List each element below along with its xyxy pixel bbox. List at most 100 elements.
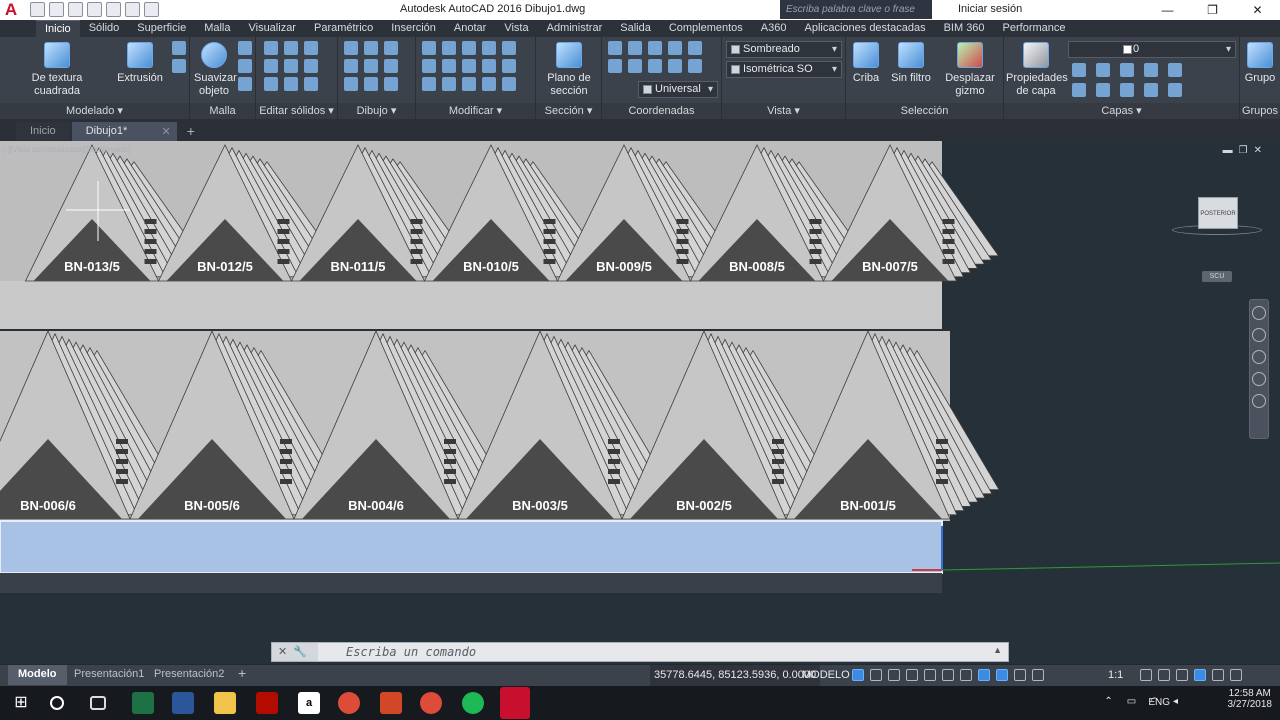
tool-icon[interactable] [304, 59, 318, 73]
tool-icon[interactable] [482, 41, 496, 55]
task-view-icon[interactable] [90, 696, 106, 710]
polyline-icon[interactable] [344, 41, 358, 55]
tool-icon[interactable] [1144, 63, 1158, 77]
tab-salida[interactable]: Salida [611, 20, 660, 37]
tool-icon[interactable] [648, 41, 662, 55]
orbit-icon[interactable] [1252, 372, 1266, 386]
powerpoint-icon[interactable] [380, 692, 402, 714]
autocad-taskbar-icon[interactable] [500, 687, 530, 719]
chevron-up-icon[interactable]: ▲ [993, 645, 1002, 655]
tool-icon[interactable] [238, 41, 252, 55]
tool-icon[interactable] [502, 59, 516, 73]
panel-title[interactable]: Grupos [1240, 103, 1280, 119]
move-gizmo-button[interactable]: Desplazar gizmo [942, 40, 998, 98]
panel-title[interactable]: Vista ▾ [722, 103, 845, 119]
tool-icon[interactable] [628, 41, 642, 55]
rectangle-icon[interactable] [364, 77, 378, 91]
clean-screen-icon[interactable] [1212, 669, 1224, 681]
tool-icon[interactable] [688, 59, 702, 73]
search-input[interactable]: Escriba palabra clave o frase [780, 0, 932, 19]
ucs-menu[interactable]: SCU [1202, 271, 1232, 282]
windows-start-icon[interactable]: ⊞ [10, 692, 32, 714]
language-indicator[interactable]: ENG [1148, 697, 1170, 708]
selection-cycling-icon[interactable] [978, 669, 990, 681]
minimize-icon[interactable]: — [1145, 0, 1190, 20]
move-icon[interactable] [422, 41, 436, 55]
gear-icon[interactable] [1140, 669, 1152, 681]
new-icon[interactable] [30, 2, 45, 17]
tool-icon[interactable] [238, 77, 252, 91]
acrobat-icon[interactable] [256, 692, 278, 714]
circle-icon[interactable] [384, 59, 398, 73]
excel-icon[interactable] [132, 692, 154, 714]
layout-tab-model[interactable]: Modelo [8, 665, 67, 685]
customize-menu-icon[interactable] [1230, 669, 1242, 681]
pan-icon[interactable] [1252, 328, 1266, 342]
tool-icon[interactable] [1144, 83, 1158, 97]
chrome-icon[interactable] [420, 692, 442, 714]
viewcube-face[interactable]: POSTERIOR [1198, 197, 1238, 229]
lineweight-icon[interactable] [960, 669, 972, 681]
autocad-logo-icon[interactable]: A [0, 0, 22, 20]
tool-icon[interactable] [172, 41, 186, 55]
tab-inicio[interactable]: Inicio [36, 20, 80, 37]
spline-icon[interactable] [344, 59, 358, 73]
tool-icon[interactable] [688, 41, 702, 55]
erase-icon[interactable] [422, 77, 436, 91]
tool-icon[interactable] [284, 77, 298, 91]
tab-aplicaciones[interactable]: Aplicaciones destacadas [796, 20, 935, 37]
add-layout-icon[interactable]: + [228, 665, 256, 685]
signin-button[interactable]: Iniciar sesión [958, 3, 1022, 15]
hardware-acceleration-icon[interactable] [1194, 669, 1206, 681]
spotify-icon[interactable] [462, 692, 484, 714]
arc-icon[interactable] [384, 41, 398, 55]
annotation-visibility-icon[interactable] [1014, 669, 1026, 681]
tool-icon[interactable] [482, 77, 496, 91]
autoscale-icon[interactable] [1032, 669, 1044, 681]
zoom-icon[interactable] [1252, 350, 1266, 364]
culling-button[interactable]: Criba [850, 40, 882, 85]
panel-title[interactable]: Capas ▾ [1004, 103, 1239, 119]
layer-properties-button[interactable]: Propiedades de capa [1006, 40, 1068, 98]
save-as-icon[interactable] [87, 2, 102, 17]
ucs-select[interactable]: Universal [638, 81, 718, 98]
tool-icon[interactable] [422, 59, 436, 73]
panel-title[interactable]: Coordenadas [602, 103, 721, 119]
tool-icon[interactable] [1120, 63, 1134, 77]
search-icon[interactable] [50, 696, 64, 710]
amazon-icon[interactable]: a [298, 692, 320, 714]
tool-icon[interactable] [608, 59, 622, 73]
layer-select[interactable]: 0 [1068, 41, 1236, 58]
rotate-icon[interactable] [442, 59, 456, 73]
word-icon[interactable] [172, 692, 194, 714]
tab-superficie[interactable]: Superficie [128, 20, 195, 37]
tool-icon[interactable] [1168, 83, 1182, 97]
tool-icon[interactable] [1120, 83, 1134, 97]
layout-tab-presentacion2[interactable]: Presentación2 [144, 665, 234, 685]
clock[interactable]: 12:58 AM 3/27/2018 [1228, 688, 1273, 710]
viewport-window-controls[interactable]: ▬❐✕ [1223, 145, 1268, 156]
save-icon[interactable] [68, 2, 83, 17]
smooth-object-button[interactable]: Suavizar objeto [194, 40, 237, 98]
panel-title[interactable]: Sección ▾ [536, 103, 601, 119]
polygon-icon[interactable] [344, 77, 358, 91]
grid-icon[interactable] [852, 669, 864, 681]
panel-title[interactable]: Selección [846, 103, 1003, 119]
panel-title[interactable]: Modificar ▾ [416, 103, 535, 119]
snap-icon[interactable] [870, 669, 882, 681]
viewport-controls-label[interactable]: [-][Vista personalizada][Sombreado] [3, 145, 130, 154]
tool-icon[interactable] [668, 59, 682, 73]
tool-icon[interactable] [364, 41, 378, 55]
tool-icon[interactable] [1168, 63, 1182, 77]
isolate-icon[interactable] [1176, 669, 1188, 681]
file-explorer-icon[interactable] [214, 692, 236, 714]
ucs-icon[interactable] [608, 41, 622, 55]
tab-performance[interactable]: Performance [994, 20, 1075, 37]
tab-administrar[interactable]: Administrar [538, 20, 612, 37]
tab-solido[interactable]: Sólido [80, 20, 129, 37]
view-select[interactable]: Isométrica SO [726, 61, 842, 78]
panel-title[interactable]: Malla [190, 103, 255, 119]
tab-bim360[interactable]: BIM 360 [935, 20, 994, 37]
drawing-viewport[interactable]: BN-013/5 BN-012/5 BN-011/5 BN-010/5 BN-009/5… [0, 141, 1280, 664]
tab-visualizar[interactable]: Visualizar [239, 20, 305, 37]
